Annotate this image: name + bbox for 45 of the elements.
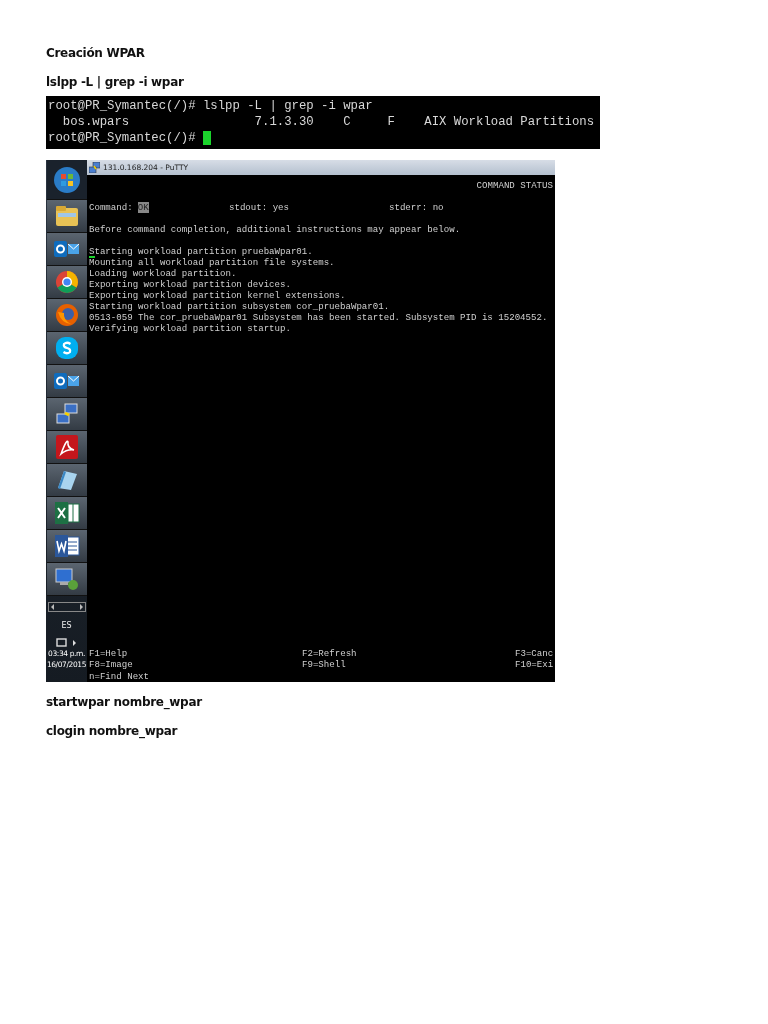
command-text: clogin nombre_wpar	[46, 723, 178, 739]
spreadsheet-app-icon[interactable]	[53, 501, 80, 525]
output-line: Exporting workload partition devices.	[89, 279, 291, 290]
command-text: lslpp -L | grep -i wpar	[46, 74, 184, 90]
language-indicator[interactable]: ES	[61, 621, 72, 630]
cursor	[89, 256, 95, 258]
notice-text: Before command completion, additional instructions may appear below.	[89, 224, 461, 235]
function-key-hint: F2=Refresh	[302, 647, 358, 659]
mail-app-icon[interactable]	[53, 239, 80, 259]
document-app-icon[interactable]	[53, 534, 80, 558]
output-line: Exporting workload partition kernel extensions.	[89, 290, 346, 301]
function-key-hint: F9=Shell	[302, 659, 347, 671]
output-line: Mounting all workload partition file systems.	[89, 257, 335, 268]
mail-app-icon[interactable]	[53, 371, 80, 391]
folder-icon[interactable]	[54, 205, 79, 227]
command-label: Command:	[89, 202, 133, 213]
output-line: 0513-059 The cor_pruebaWpar01 Subsystem has been started. Subsystem PID is 15204552.	[89, 312, 548, 323]
fox-globe-icon[interactable]	[54, 303, 79, 327]
command-status: OK	[137, 202, 149, 213]
terminal-line: bos.wpars 7.1.3.30 C F AIX Workload Partitions	[61, 115, 595, 129]
output-line: Starting workload partition subsystem cor_pruebaWpar01.	[89, 301, 390, 312]
chat-app-icon[interactable]	[54, 336, 79, 360]
output-line: Starting workload partition pruebaWpar01.	[89, 246, 313, 257]
terminal-line: root@PR_Symantec(/)# lslpp -L | grep -i wpar	[48, 99, 373, 113]
command-text: startwpar nombre_wpar	[46, 694, 202, 710]
terminal-line: root@PR_Symantec(/)#	[48, 131, 197, 145]
computer-icon[interactable]	[53, 567, 80, 591]
start-orb-icon[interactable]	[52, 165, 81, 194]
stderr-status: stderr: no	[389, 202, 444, 213]
output-line: Verifying workload partition startup.	[89, 323, 291, 334]
pdf-reader-icon[interactable]	[54, 434, 79, 460]
heading: Creación WPAR	[46, 45, 145, 61]
stdout-status: stdout: yes	[229, 202, 291, 213]
browser-icon[interactable]	[54, 270, 79, 294]
function-key-hint: F1=Help	[89, 647, 129, 659]
output-line: Loading workload partition.	[89, 268, 237, 279]
scroll-arrows-icon[interactable]	[47, 602, 86, 612]
function-key-hint: n=Find Next	[89, 670, 150, 682]
putty-app-icon	[89, 162, 100, 173]
function-key-hint: F10=Exi	[515, 659, 554, 671]
network-computers-icon[interactable]	[54, 402, 79, 426]
screen-title: COMMAND STATUS	[476, 180, 553, 191]
function-key-hint: F8=Image	[89, 659, 134, 671]
tray-flag-icon[interactable]	[55, 638, 78, 648]
function-key-hint: F3=Canc	[515, 647, 554, 659]
